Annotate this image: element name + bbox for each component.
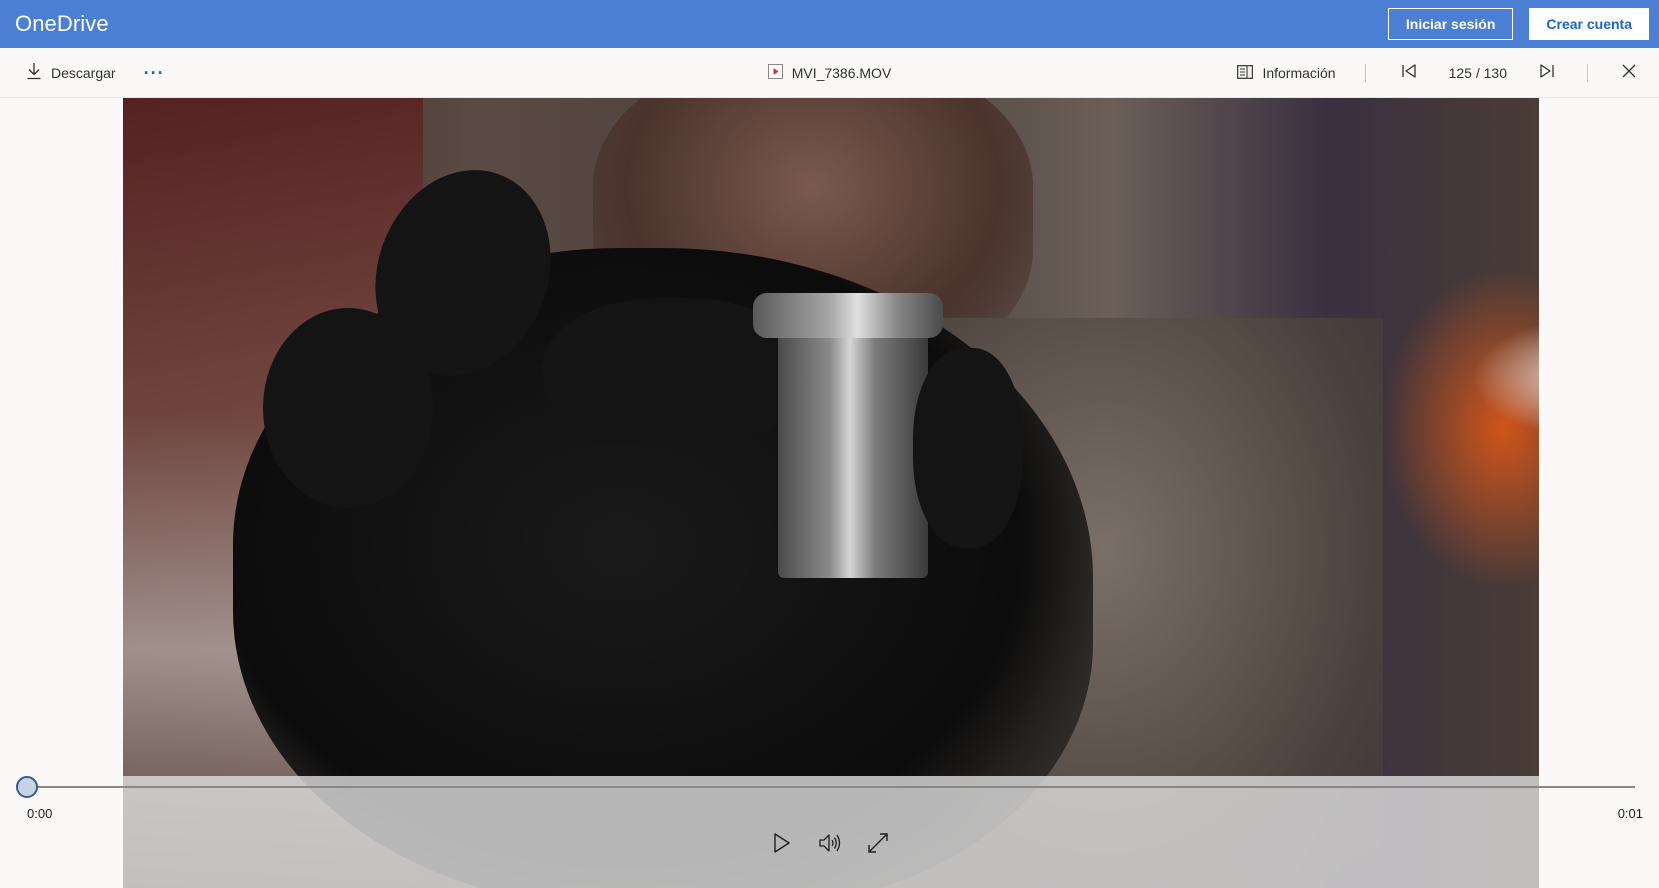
- create-account-button[interactable]: Crear cuenta: [1529, 8, 1649, 40]
- play-button[interactable]: [770, 832, 794, 859]
- download-icon: [26, 62, 42, 83]
- next-icon: [1539, 63, 1555, 84]
- previous-button[interactable]: [1399, 63, 1419, 83]
- brand-title[interactable]: OneDrive: [15, 11, 109, 37]
- player-controls: 0:00 0:01: [0, 770, 1659, 888]
- video-metal-part-top: [753, 293, 943, 338]
- volume-button[interactable]: [818, 833, 842, 857]
- info-button[interactable]: Información: [1237, 64, 1336, 82]
- fullscreen-icon: [867, 832, 889, 859]
- previous-icon: [1401, 63, 1417, 84]
- command-bar-right: Información 125 / 130: [1237, 48, 1659, 98]
- next-button[interactable]: [1537, 63, 1557, 83]
- video-metal-part: [778, 298, 928, 578]
- download-button[interactable]: Descargar: [26, 62, 116, 83]
- current-time: 0:00: [27, 806, 53, 821]
- file-name: MVI_7386.MOV: [791, 65, 892, 81]
- info-panel-icon: [1237, 64, 1254, 82]
- command-bar: Descargar ··· MVI_7386.MOV Información 1…: [0, 48, 1659, 98]
- separator: [1364, 64, 1366, 82]
- close-icon: [1622, 64, 1636, 83]
- fullscreen-button[interactable]: [866, 832, 890, 859]
- video-file-icon: [767, 64, 783, 82]
- close-button[interactable]: [1619, 63, 1639, 83]
- item-counter: 125 / 130: [1448, 65, 1507, 81]
- more-options-button[interactable]: ···: [144, 64, 165, 82]
- download-label: Descargar: [51, 64, 116, 81]
- progress-track[interactable]: [27, 786, 1635, 788]
- play-icon: [772, 832, 792, 859]
- more-icon: ···: [143, 62, 165, 83]
- viewer-stage: 0:00 0:01: [0, 98, 1659, 888]
- video-finger: [263, 308, 433, 508]
- signin-button[interactable]: Iniciar sesión: [1387, 8, 1514, 40]
- duration: 0:01: [1617, 806, 1643, 821]
- info-label: Información: [1262, 65, 1336, 81]
- separator: [1587, 64, 1588, 82]
- top-bar: OneDrive Iniciar sesión Crear cuenta: [0, 0, 1659, 48]
- volume-icon: [818, 832, 842, 859]
- command-bar-left: Descargar ···: [26, 62, 165, 83]
- playback-buttons: [0, 828, 1659, 862]
- video-finger: [913, 348, 1023, 548]
- progress-thumb[interactable]: [16, 776, 38, 798]
- account-actions: Iniciar sesión Crear cuenta: [1387, 8, 1649, 40]
